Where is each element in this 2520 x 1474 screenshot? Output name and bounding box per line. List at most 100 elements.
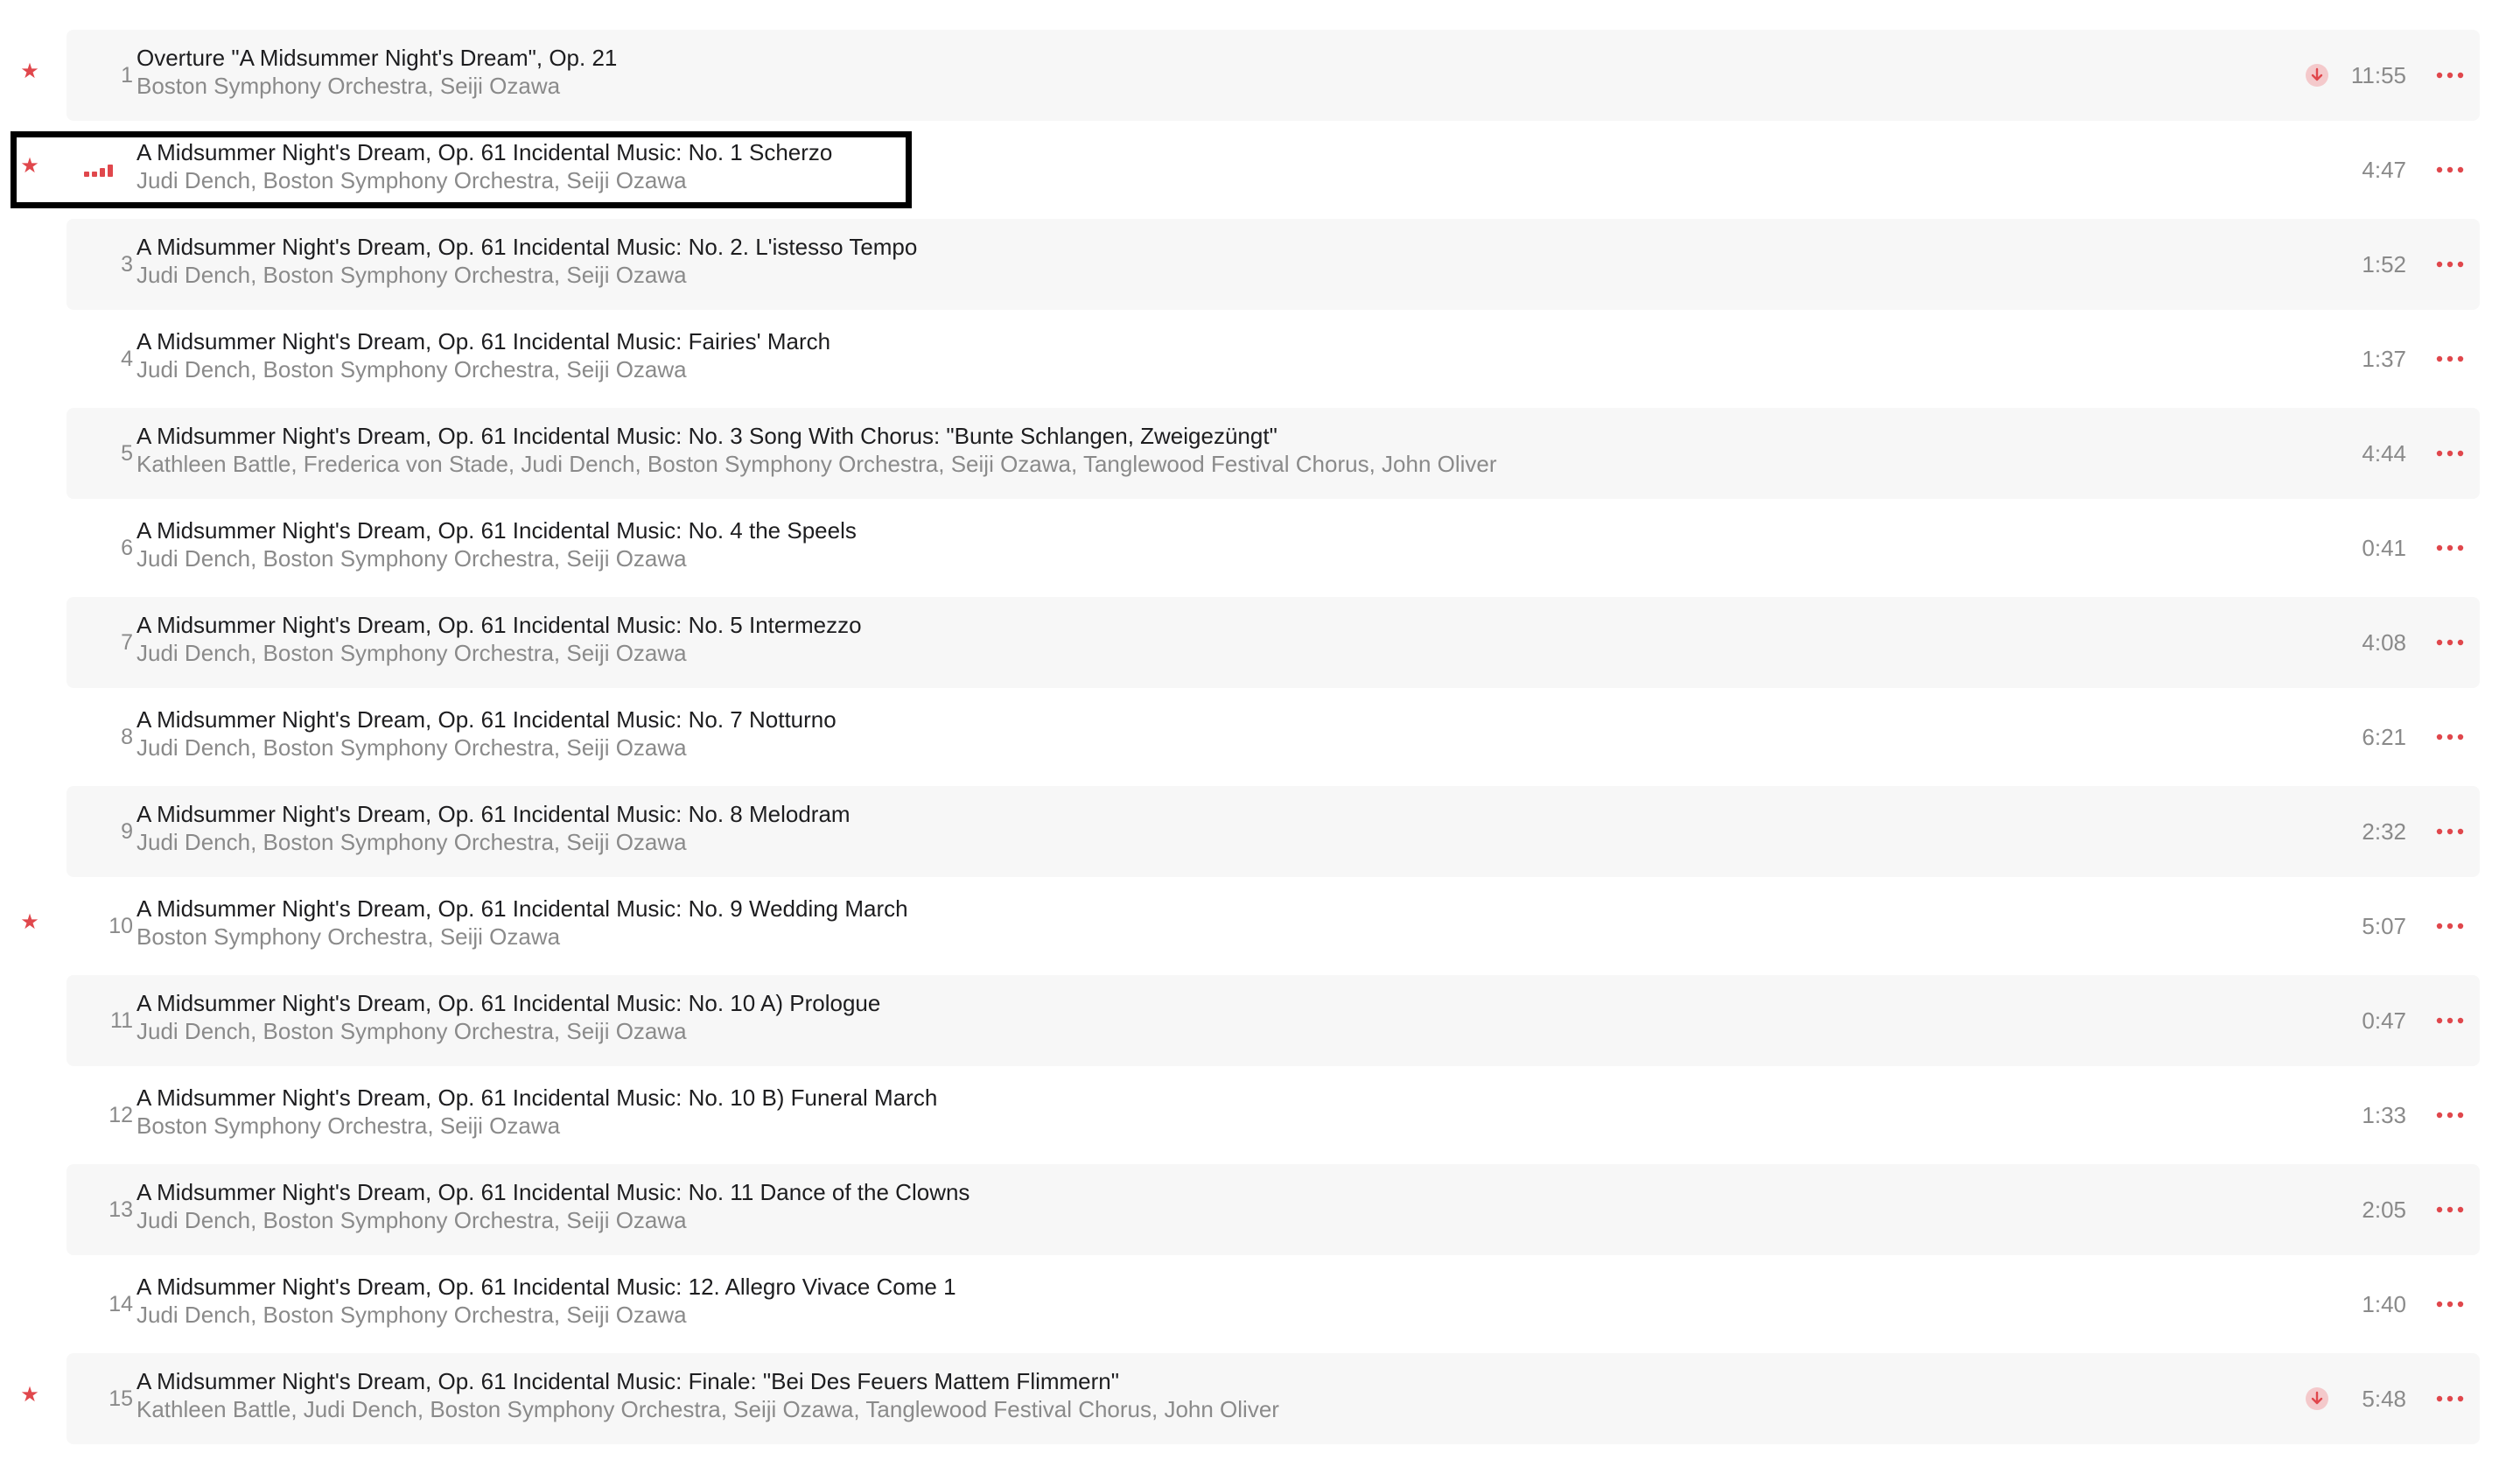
track-row[interactable]: 8A Midsummer Night's Dream, Op. 61 Incid…: [66, 691, 2480, 783]
track-duration: 1:40: [2362, 1291, 2406, 1317]
track-artist: Judi Dench, Boston Symphony Orchestra, S…: [136, 356, 687, 383]
more-options-button[interactable]: [2432, 1101, 2468, 1129]
track-title: A Midsummer Night's Dream, Op. 61 Incide…: [136, 234, 918, 260]
ellipsis-icon: [2436, 166, 2464, 173]
track-number: 4: [121, 347, 133, 371]
more-options-button[interactable]: [2432, 1290, 2468, 1318]
track-artist: Kathleen Battle, Judi Dench, Boston Symp…: [136, 1396, 1279, 1422]
ellipsis-icon: [2436, 828, 2464, 835]
track-row[interactable]: 11 A Midsummer Night's Dream, Op. 61 Inci…: [66, 975, 2480, 1066]
track-title: A Midsummer Night's Dream, Op. 61 Incide…: [136, 706, 836, 733]
track-number: 7: [121, 630, 133, 655]
track-row[interactable]: ★ 10 A Midsummer Night's Dream, Op. 61 Inc…: [20, 881, 2480, 972]
ellipsis-icon: [2436, 923, 2464, 930]
track-duration: 5:48: [2362, 1386, 2406, 1412]
track-duration: 11:55: [2350, 62, 2406, 88]
track-title: A Midsummer Night's Dream, Op. 61 Incide…: [136, 801, 850, 827]
track-artist: Judi Dench, Boston Symphony Orchestra, S…: [136, 1018, 687, 1044]
track-number: 8: [121, 725, 133, 749]
track-duration: 6:21: [2362, 724, 2406, 750]
star-icon: ★: [20, 60, 39, 83]
track-row[interactable]: 4A Midsummer Night's Dream, Op. 61 Incid…: [66, 313, 2480, 404]
track-artist: Judi Dench, Boston Symphony Orchestra, S…: [136, 545, 687, 572]
more-options-button[interactable]: [2432, 439, 2468, 467]
track-title: A Midsummer Night's Dream, Op. 61 Incide…: [136, 1274, 956, 1300]
ellipsis-icon: [2436, 639, 2464, 646]
track-title: A Midsummer Night's Dream, Op. 61 Incide…: [136, 612, 862, 638]
ellipsis-icon: [2436, 355, 2464, 362]
more-options-button[interactable]: [2432, 1385, 2468, 1413]
download-arrow-icon: [2305, 63, 2329, 88]
more-options-button[interactable]: [2432, 912, 2468, 940]
track-row[interactable]: 9A Midsummer Night's Dream, Op. 61 Incid…: [66, 786, 2480, 877]
ellipsis-icon: [2436, 1395, 2464, 1402]
track-title: A Midsummer Night's Dream, Op. 61 Incide…: [136, 1179, 970, 1205]
ellipsis-icon: [2436, 450, 2464, 457]
more-options-button[interactable]: [2432, 628, 2468, 656]
download-arrow-icon: [2305, 1386, 2329, 1411]
ellipsis-icon: [2436, 261, 2464, 268]
track-title: A Midsummer Night's Dream, Op. 61 Incide…: [136, 1368, 1119, 1394]
track-row[interactable]: ★ 1 Overture "A Midsummer Night's Dream", …: [20, 30, 2480, 121]
track-artist: Boston Symphony Orchestra, Seiji Ozawa: [136, 73, 561, 99]
track-artist: Judi Dench, Boston Symphony Orchestra, S…: [136, 1302, 687, 1328]
track-number: 3: [121, 252, 133, 277]
track-title: A Midsummer Night's Dream, Op. 61 Incide…: [136, 990, 881, 1016]
more-options-button[interactable]: [2432, 723, 2468, 751]
star-icon: ★: [20, 1383, 39, 1407]
more-options-button[interactable]: [2432, 534, 2468, 562]
track-number: 5: [121, 441, 133, 466]
track-number: 15: [108, 1386, 133, 1411]
track-duration: 4:47: [2362, 157, 2406, 183]
selection-highlight-box: [10, 131, 912, 208]
track-row[interactable]: 6A Midsummer Night's Dream, Op. 61 Incid…: [66, 502, 2480, 593]
track-artist: Judi Dench, Boston Symphony Orchestra, S…: [136, 262, 687, 288]
ellipsis-icon: [2436, 72, 2464, 79]
ellipsis-icon: [2436, 733, 2464, 741]
more-options-button[interactable]: [2432, 61, 2468, 89]
track-artist: Judi Dench, Boston Symphony Orchestra, S…: [136, 734, 687, 761]
more-options-button[interactable]: [2432, 818, 2468, 846]
more-options-button[interactable]: [2432, 156, 2468, 184]
ellipsis-icon: [2436, 1017, 2464, 1024]
track-artist: Judi Dench, Boston Symphony Orchestra, S…: [136, 640, 687, 666]
track-duration: 2:32: [2362, 818, 2406, 845]
track-row[interactable]: ★ 15 A Midsummer Night's Dream, Op. 61 Inc…: [20, 1353, 2480, 1444]
track-title: A Midsummer Night's Dream, Op. 61 Incide…: [136, 1084, 938, 1111]
track-row[interactable]: 14 A Midsummer Night's Dream, Op. 61 Inci…: [66, 1259, 2480, 1350]
ellipsis-icon: [2436, 1112, 2464, 1119]
ellipsis-icon: [2436, 544, 2464, 551]
track-title: A Midsummer Night's Dream, Op. 61 Incide…: [136, 895, 908, 922]
star-icon: ★: [20, 910, 39, 934]
track-duration: 4:44: [2362, 440, 2406, 467]
track-number: 1: [121, 63, 133, 88]
track-artist: Kathleen Battle, Frederica von Stade, Ju…: [136, 451, 1497, 477]
track-duration: 1:37: [2362, 346, 2406, 372]
track-row[interactable]: 12 A Midsummer Night's Dream, Op. 61 Inci…: [66, 1070, 2480, 1161]
track-number: 14: [108, 1292, 133, 1316]
track-number: 11: [110, 1008, 133, 1033]
track-duration: 5:07: [2362, 913, 2406, 939]
track-row[interactable]: 7A Midsummer Night's Dream, Op. 61 Incid…: [66, 597, 2480, 688]
more-options-button[interactable]: [2432, 250, 2468, 278]
track-number: 12: [108, 1103, 133, 1127]
track-duration: 2:05: [2362, 1197, 2406, 1223]
track-duration: 1:33: [2362, 1102, 2406, 1128]
more-options-button[interactable]: [2432, 1007, 2468, 1035]
track-artist: Judi Dench, Boston Symphony Orchestra, S…: [136, 1207, 687, 1233]
track-artist: Judi Dench, Boston Symphony Orchestra, S…: [136, 829, 687, 855]
more-options-button[interactable]: [2432, 345, 2468, 373]
track-number: 9: [121, 819, 133, 844]
track-title: Overture "A Midsummer Night's Dream", Op…: [136, 45, 618, 71]
more-options-button[interactable]: [2432, 1196, 2468, 1224]
track-row[interactable]: 13 A Midsummer Night's Dream, Op. 61 Inci…: [66, 1164, 2480, 1255]
track-duration: 0:47: [2362, 1007, 2406, 1034]
track-duration: 4:08: [2362, 629, 2406, 656]
track-number: 6: [121, 536, 133, 560]
track-duration: 0:41: [2362, 535, 2406, 561]
track-row[interactable]: 5A Midsummer Night's Dream, Op. 61 Incid…: [66, 408, 2480, 499]
track-row[interactable]: 3A Midsummer Night's Dream, Op. 61 Incid…: [66, 219, 2480, 310]
track-artist: Boston Symphony Orchestra, Seiji Ozawa: [136, 1113, 561, 1139]
track-title: A Midsummer Night's Dream, Op. 61 Incide…: [136, 517, 857, 544]
ellipsis-icon: [2436, 1206, 2464, 1213]
